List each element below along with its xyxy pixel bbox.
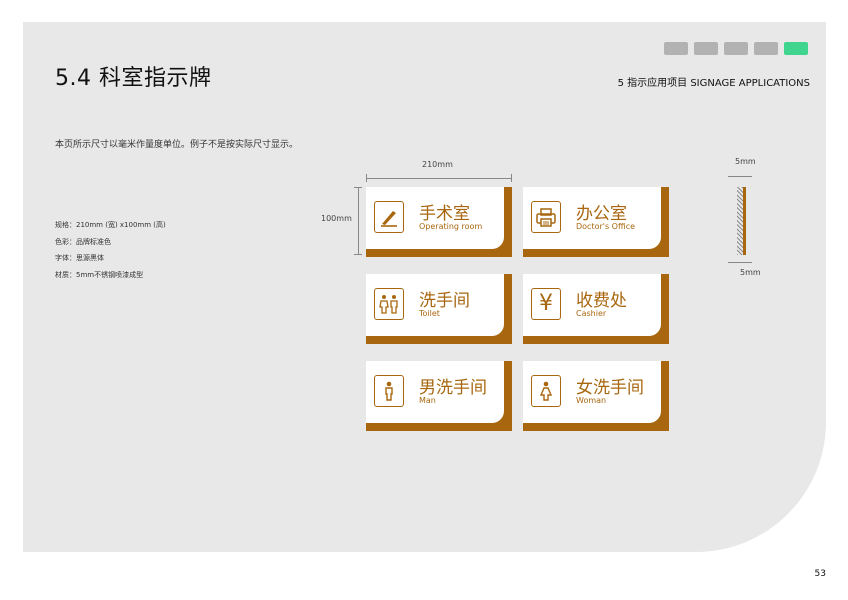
yen-symbol: ¥ xyxy=(539,291,553,316)
sign-woman: 女洗手间 Woman xyxy=(523,361,669,431)
section-tab-2[interactable] xyxy=(694,42,718,55)
spec-font: 字体：思源黑体 xyxy=(55,254,104,262)
thickness-dimension-label-bottom: 5mm xyxy=(740,268,761,277)
toilet-icon xyxy=(374,288,404,320)
width-dimension-tick-right xyxy=(511,174,512,182)
section-tab-4[interactable] xyxy=(754,42,778,55)
spec-size: 规格：210mm (宽) x100mm (高) xyxy=(55,221,166,229)
sign-title-cn: 办公室 xyxy=(576,204,627,224)
sign-title-en: Operating room xyxy=(419,222,483,231)
width-dimension-line xyxy=(366,178,512,179)
yen-icon: ¥ xyxy=(531,288,561,320)
thickness-dimension-label-top: 5mm xyxy=(735,157,756,166)
sign-title-en: Woman xyxy=(576,396,607,405)
spec-color: 色彩：品牌标准色 xyxy=(55,237,111,246)
width-dimension-label: 210mm xyxy=(422,160,453,169)
woman-icon xyxy=(531,375,561,407)
sign-toilet: 洗手间 Toilet xyxy=(366,274,512,344)
section-tabs xyxy=(664,42,808,55)
height-dimension-label: 100mm xyxy=(321,214,352,223)
height-dimension-tick-bottom xyxy=(354,254,362,255)
sign-operating-room: 手术室 Operating room xyxy=(366,187,512,257)
sign-face: 办公室 Doctor's Office xyxy=(523,187,661,249)
section-label: 5 指示应用项目 SIGNAGE APPLICATIONS xyxy=(617,78,810,89)
sign-cashier: ¥ 收费处 Cashier xyxy=(523,274,669,344)
sign-doctors-office: 办公室 Doctor's Office xyxy=(523,187,669,257)
sign-title-cn: 手术室 xyxy=(419,204,470,224)
scalpel-icon xyxy=(374,201,404,233)
profile-edge xyxy=(743,187,746,255)
sign-title-en: Toilet xyxy=(419,309,440,318)
sign-face: 女洗手间 Woman xyxy=(523,361,661,423)
page-number: 53 xyxy=(814,569,826,579)
section-tab-3[interactable] xyxy=(724,42,748,55)
sign-title-cn: 女洗手间 xyxy=(576,378,644,398)
sign-side-profile xyxy=(737,187,746,255)
printer-icon xyxy=(531,201,561,233)
thickness-dimension-line-bottom xyxy=(728,262,752,263)
page-title: 5.4 科室指示牌 xyxy=(55,66,212,91)
sign-man: 男洗手间 Man xyxy=(366,361,512,431)
sign-face: 手术室 Operating room xyxy=(366,187,504,249)
sign-title-en: Doctor's Office xyxy=(576,222,636,231)
width-dimension-tick-left xyxy=(366,174,367,182)
man-icon xyxy=(374,375,404,407)
section-tab-1[interactable] xyxy=(664,42,688,55)
sign-title-en: Man xyxy=(419,396,436,405)
sign-face: 男洗手间 Man xyxy=(366,361,504,423)
height-dimension-tick-top xyxy=(354,187,362,188)
sign-title-cn: 男洗手间 xyxy=(419,378,487,398)
thickness-dimension-line-top xyxy=(728,176,752,177)
section-tab-5-active[interactable] xyxy=(784,42,808,55)
sign-face: ¥ 收费处 Cashier xyxy=(523,274,661,336)
sign-title-en: Cashier xyxy=(576,309,607,318)
sign-title-cn: 收费处 xyxy=(576,291,627,311)
sign-title-cn: 洗手间 xyxy=(419,291,470,311)
spec-material: 材质：5mm不锈钢喷漆成型 xyxy=(55,270,144,279)
sign-face: 洗手间 Toilet xyxy=(366,274,504,336)
unit-note: 本页所示尺寸以毫米作量度单位。例子不是按实际尺寸显示。 xyxy=(55,140,299,150)
height-dimension-line xyxy=(358,187,359,255)
spec-list: 规格：210mm (宽) x100mm (高) 色彩：品牌标准色 字体：思源黑体… xyxy=(55,217,166,283)
